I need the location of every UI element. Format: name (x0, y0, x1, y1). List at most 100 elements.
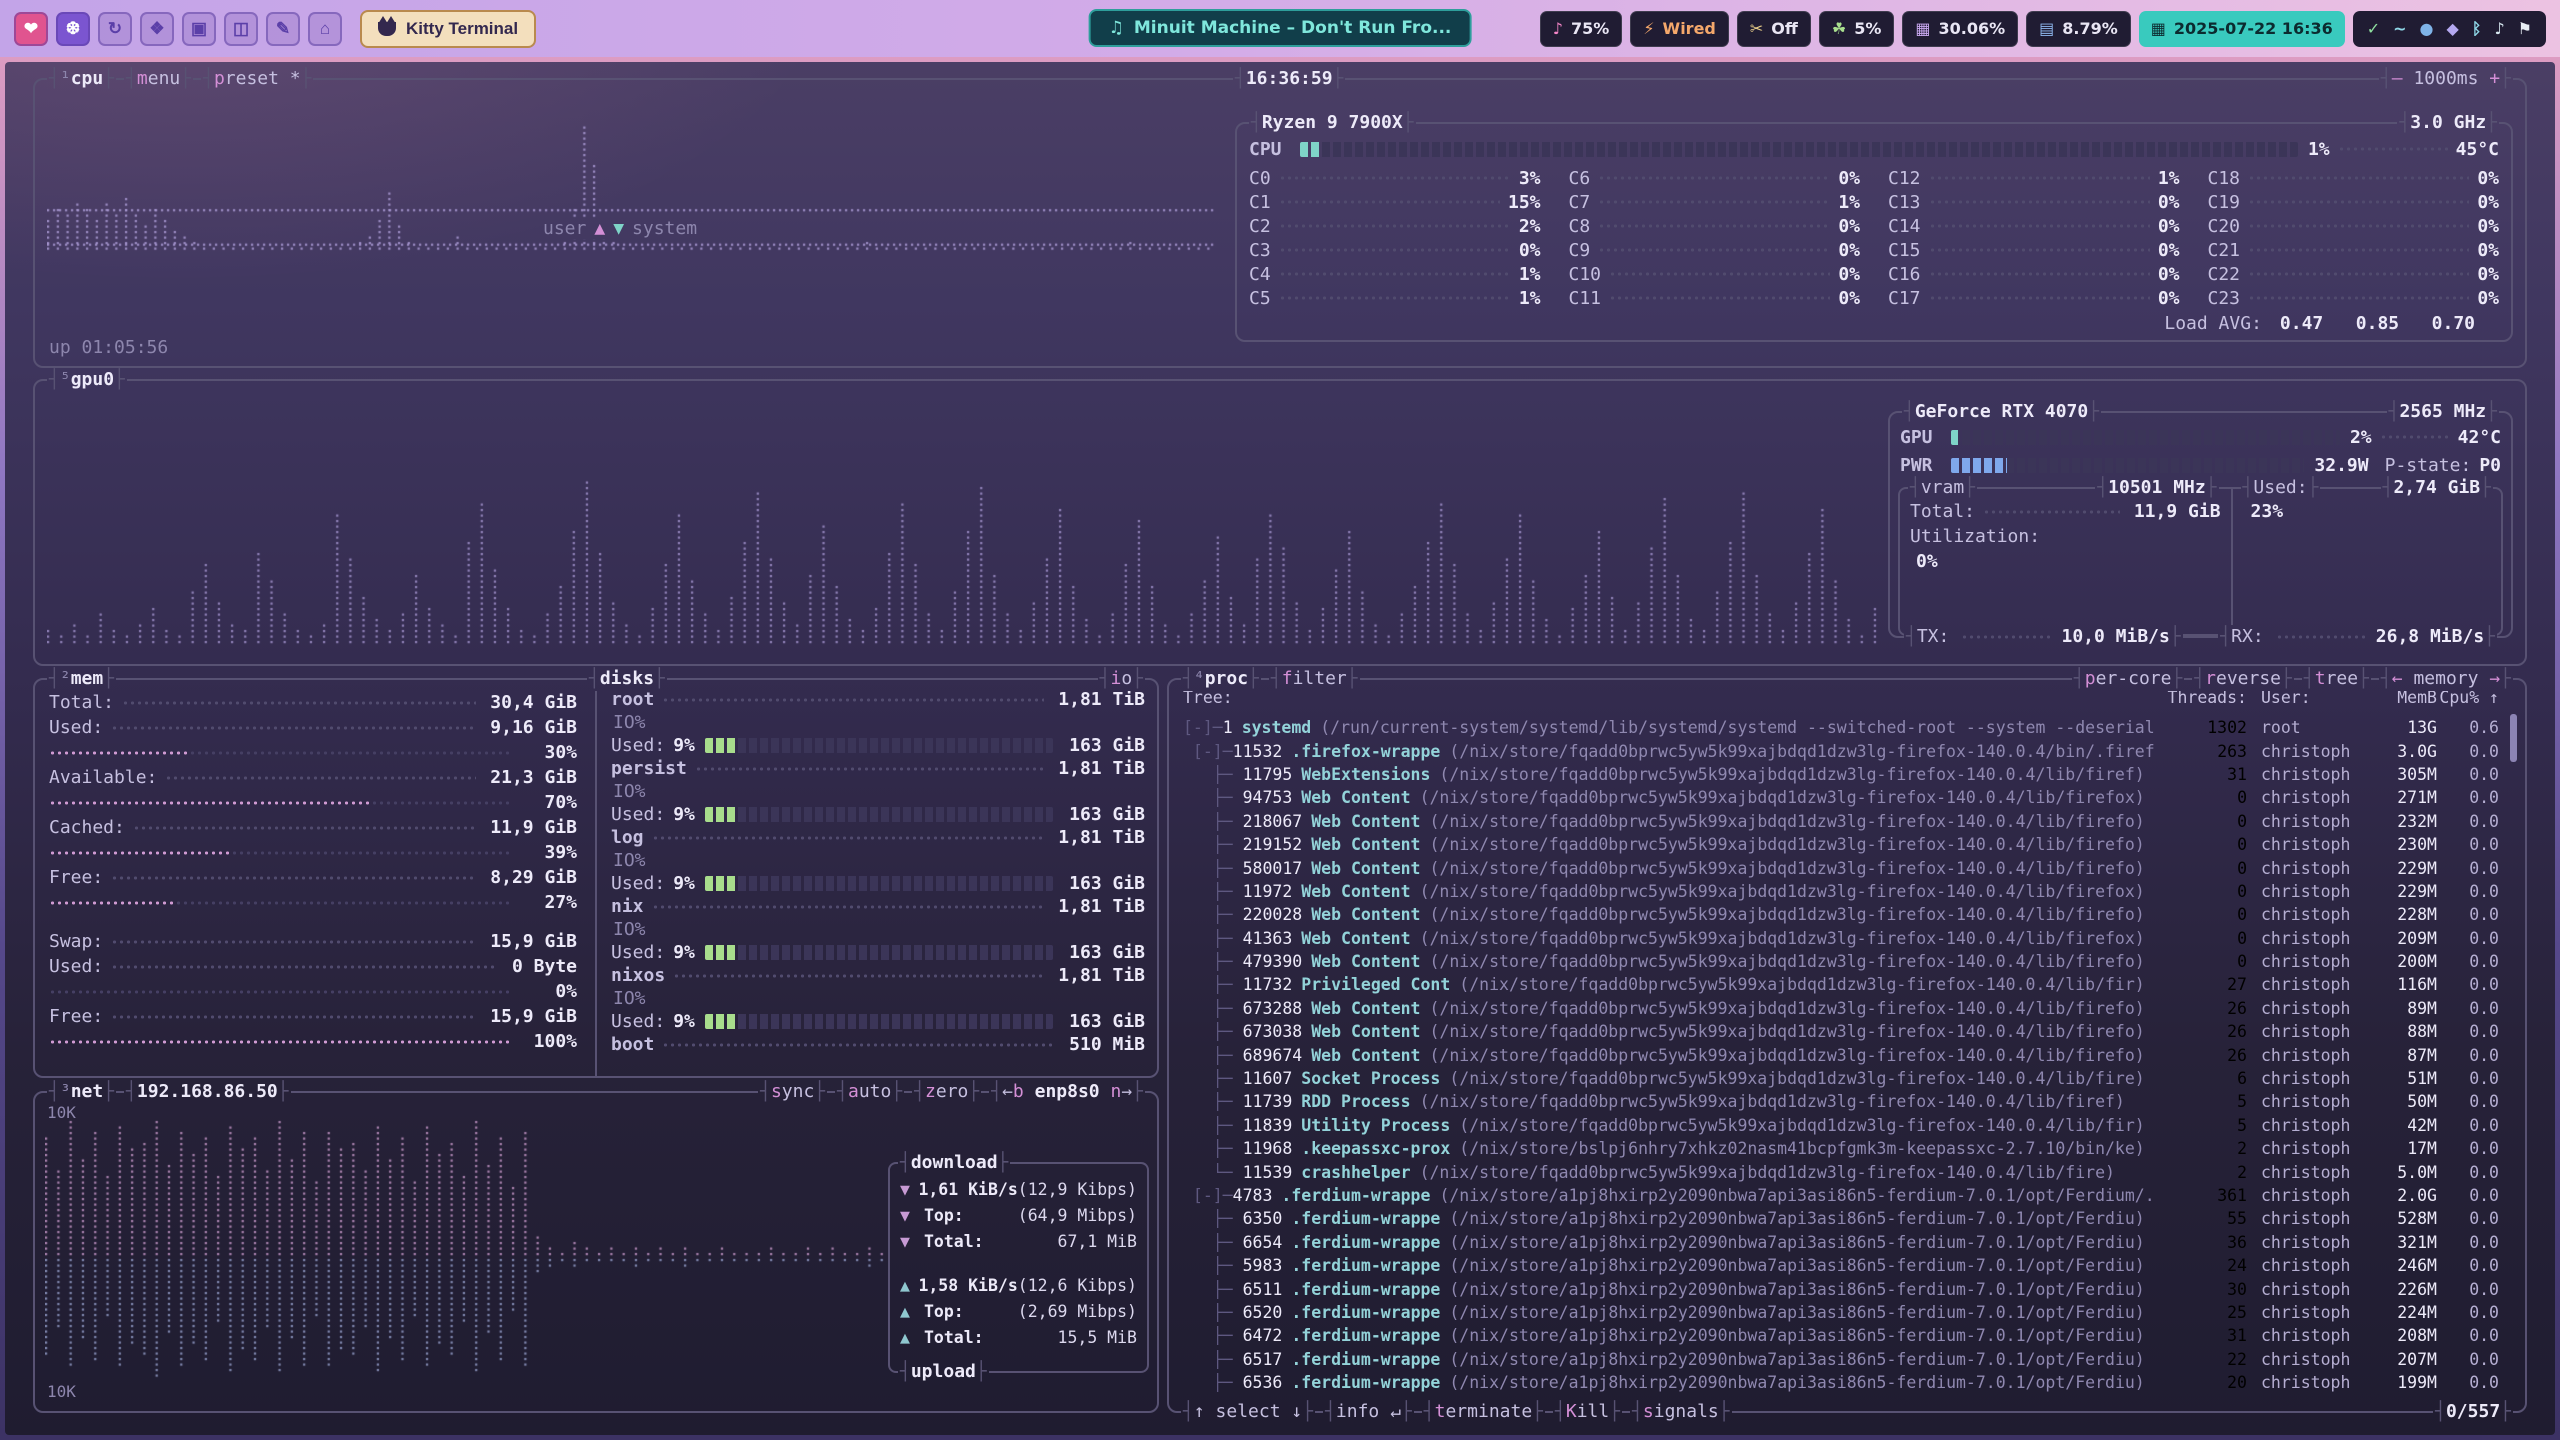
dotted-leader (111, 937, 476, 947)
vram-right-column: 23% (2231, 489, 2501, 634)
sort-selector[interactable]: ← memory → (2379, 667, 2513, 691)
dotted-leader (1279, 197, 1500, 207)
process-row[interactable]: ├─ 11739RDD Process(/nix/store/fqadd0bpr… (1183, 1090, 2499, 1113)
dot-icon[interactable]: ● (2420, 19, 2434, 38)
network-wired-module[interactable]: ⚡ Wired (1630, 11, 1729, 47)
stat-label: Swap: (49, 931, 103, 952)
process-row[interactable]: ├─ 6536.ferdium-wrappe(/nix/store/a1pj8h… (1183, 1371, 2499, 1394)
interface-selector[interactable]: ←b enp8s0 n→ (989, 1080, 1145, 1104)
proc-footer-action[interactable]: ↑ select ↓ (1181, 1400, 1315, 1424)
process-row[interactable]: ├─ 479390Web Content(/nix/store/fqadd0bp… (1183, 950, 2499, 973)
process-row[interactable]: ├─ 6350.ferdium-wrappe(/nix/store/a1pj8h… (1183, 1207, 2499, 1230)
module-value: Wired (1663, 19, 1716, 38)
io-mode-button[interactable]: io (1098, 667, 1145, 691)
process-row[interactable]: [-]─1systemd(/run/current-system/systemd… (1183, 716, 2499, 739)
process-row[interactable]: ├─ 218067Web Content(/nix/store/fqadd0bp… (1183, 810, 2499, 833)
process-threads: 31 (2155, 765, 2247, 784)
process-row[interactable]: ├─ 5983.ferdium-wrappe(/nix/store/a1pj8h… (1183, 1254, 2499, 1277)
menu-button[interactable]: menu (124, 67, 193, 91)
workspace-refresh-button[interactable]: ↻ (98, 12, 132, 46)
bell-icon[interactable]: ⚑ (2518, 19, 2532, 38)
media-player-widget[interactable]: ♫ Minuit Machine – Don't Run Fro... (1089, 9, 1472, 47)
volume-module[interactable]: ♪ 75% (1540, 11, 1623, 47)
dashboard-heart-button[interactable]: ❤ (14, 12, 48, 46)
process-row[interactable]: ├─ 11968.keepassxc-prox(/nix/store/bslpj… (1183, 1137, 2499, 1160)
bluetooth-icon[interactable]: ᛒ (2472, 19, 2482, 38)
disk-used-label: Used: (611, 873, 665, 894)
kitty-terminal-button[interactable]: Kitty Terminal (360, 10, 536, 48)
process-row[interactable]: ├─ 11607Socket Process(/nix/store/fqadd0… (1183, 1067, 2499, 1090)
process-row[interactable]: ├─ 6520.ferdium-wrappe(/nix/store/a1pj8h… (1183, 1301, 2499, 1324)
idle-inhibitor-module[interactable]: ✂ Off (1737, 11, 1811, 47)
nixos-menu-button[interactable]: ❆ (56, 12, 90, 46)
net-stat-row: ▲ Total: 15,5 MiB (900, 1324, 1137, 1350)
process-cpu: 0.0 (2437, 1373, 2499, 1392)
proc-option-button[interactable]: reverse (2192, 667, 2294, 691)
core-row: C23 0% (2208, 286, 2500, 310)
cpu-meter-label: CPU (1249, 139, 1282, 160)
core-row: C19 0% (2208, 190, 2500, 214)
dotted-leader (1929, 293, 2150, 303)
process-row[interactable]: ├─ 6517.ferdium-wrappe(/nix/store/a1pj8h… (1183, 1348, 2499, 1371)
process-row[interactable]: ├─ 41363Web Content(/nix/store/fqadd0bpr… (1183, 927, 2499, 950)
datetime-module[interactable]: ▦ 2025-07-22 16:36 (2139, 11, 2345, 47)
core-percent: 0% (2477, 288, 2499, 309)
memory-module[interactable]: ▦ 30.06% (1902, 11, 2018, 47)
disk-used-label: Used: (611, 804, 665, 825)
refresh-rate-control[interactable]: – 1000ms + (2379, 67, 2513, 91)
process-row[interactable]: [-]─4783.ferdium-wrappe(/nix/store/a1pj8… (1183, 1184, 2499, 1207)
process-row[interactable]: ├─ 673288Web Content(/nix/store/fqadd0bp… (1183, 997, 2499, 1020)
process-scrollbar[interactable] (2510, 714, 2517, 762)
filter-button[interactable]: filter (1269, 667, 1360, 691)
process-row[interactable]: ├─ 6472.ferdium-wrappe(/nix/store/a1pj8h… (1183, 1324, 2499, 1347)
cpu-usage-module[interactable]: ☘ 5% (1819, 11, 1895, 47)
note-icon[interactable]: ♪ (2494, 19, 2504, 38)
net-stat-label: Top: (924, 1206, 964, 1225)
proc-footer-action[interactable]: terminate (1422, 1400, 1545, 1424)
proc-footer-action[interactable]: info ↵ (1323, 1400, 1414, 1424)
process-row[interactable]: ├─ 6654.ferdium-wrappe(/nix/store/a1pj8h… (1183, 1231, 2499, 1254)
disks-list: root 1,81 TiB IO% Used: 9% 163 GiB persi… (611, 688, 1145, 1074)
process-row[interactable]: ├─ 673038Web Content(/nix/store/fqadd0bp… (1183, 1020, 2499, 1043)
core-row: C18 0% (2208, 166, 2500, 190)
check-icon[interactable]: ✓ (2367, 19, 2380, 38)
proc-option-button[interactable]: per-core (2072, 667, 2184, 691)
net-option-button[interactable]: zero (912, 1080, 981, 1104)
proc-option-button[interactable]: tree (2302, 667, 2371, 691)
workspace-4-button[interactable]: ◫ (224, 12, 258, 46)
process-user: christoph (2247, 835, 2365, 854)
preset-button[interactable]: preset * (201, 67, 313, 91)
process-row[interactable]: └─ 11539crashhelper(/nix/store/fqadd0bpr… (1183, 1160, 2499, 1183)
workspace-2-button[interactable]: ❖ (140, 12, 174, 46)
core-row: C1 15% (1249, 190, 1541, 214)
disk-module[interactable]: ▤ 8.79% (2026, 11, 2131, 47)
process-row[interactable]: ├─ 6511.ferdium-wrappe(/nix/store/a1pj8h… (1183, 1277, 2499, 1300)
diamond-icon[interactable]: ◆ (2447, 19, 2459, 38)
net-option-button[interactable]: auto (835, 1080, 904, 1104)
process-threads: 25 (2155, 1303, 2247, 1322)
launcher-icon: ❤ (24, 19, 38, 39)
disk-total: 1,81 TiB (1058, 965, 1145, 986)
gpu-box: ⁵gpu0 GeForce RTX 4070 2565 MHz GPU 2% 4… (33, 379, 2527, 666)
process-row[interactable]: ├─ 94753Web Content(/nix/store/fqadd0bpr… (1183, 786, 2499, 809)
process-row[interactable]: ├─ 11732Privileged Cont(/nix/store/fqadd… (1183, 973, 2499, 996)
process-row[interactable]: ├─ 11795WebExtensions(/nix/store/fqadd0b… (1183, 763, 2499, 786)
process-row[interactable]: ├─ 11972Web Content(/nix/store/fqadd0bpr… (1183, 880, 2499, 903)
process-row[interactable]: ├─ 11839Utility Process(/nix/store/fqadd… (1183, 1114, 2499, 1137)
workspace-6-button[interactable]: ⌂ (308, 12, 342, 46)
vram-total-label: Total: (1910, 501, 1975, 522)
process-row[interactable]: [-]─11532.firefox-wrappe(/nix/store/fqad… (1183, 739, 2499, 762)
disk-entry: nixos 1,81 TiB IO% Used: 9% 163 GiB (611, 964, 1145, 1033)
proc-footer-action[interactable]: signals (1630, 1400, 1732, 1424)
process-user: christoph (2247, 1163, 2365, 1182)
process-row[interactable]: ├─ 689674Web Content(/nix/store/fqadd0bp… (1183, 1043, 2499, 1066)
proc-footer-action[interactable]: Kill (1553, 1400, 1622, 1424)
process-row[interactable]: ├─ 220028Web Content(/nix/store/fqadd0bp… (1183, 903, 2499, 926)
workspace-5-button[interactable]: ✎ (266, 12, 300, 46)
process-cpu: 0.0 (2437, 1163, 2499, 1182)
process-row[interactable]: ├─ 219152Web Content(/nix/store/fqadd0bp… (1183, 833, 2499, 856)
wave-icon[interactable]: ~ (2393, 19, 2406, 38)
process-row[interactable]: ├─ 580017Web Content(/nix/store/fqadd0bp… (1183, 856, 2499, 879)
workspace-3-button[interactable]: ▣ (182, 12, 216, 46)
net-option-button[interactable]: sync (758, 1080, 827, 1104)
